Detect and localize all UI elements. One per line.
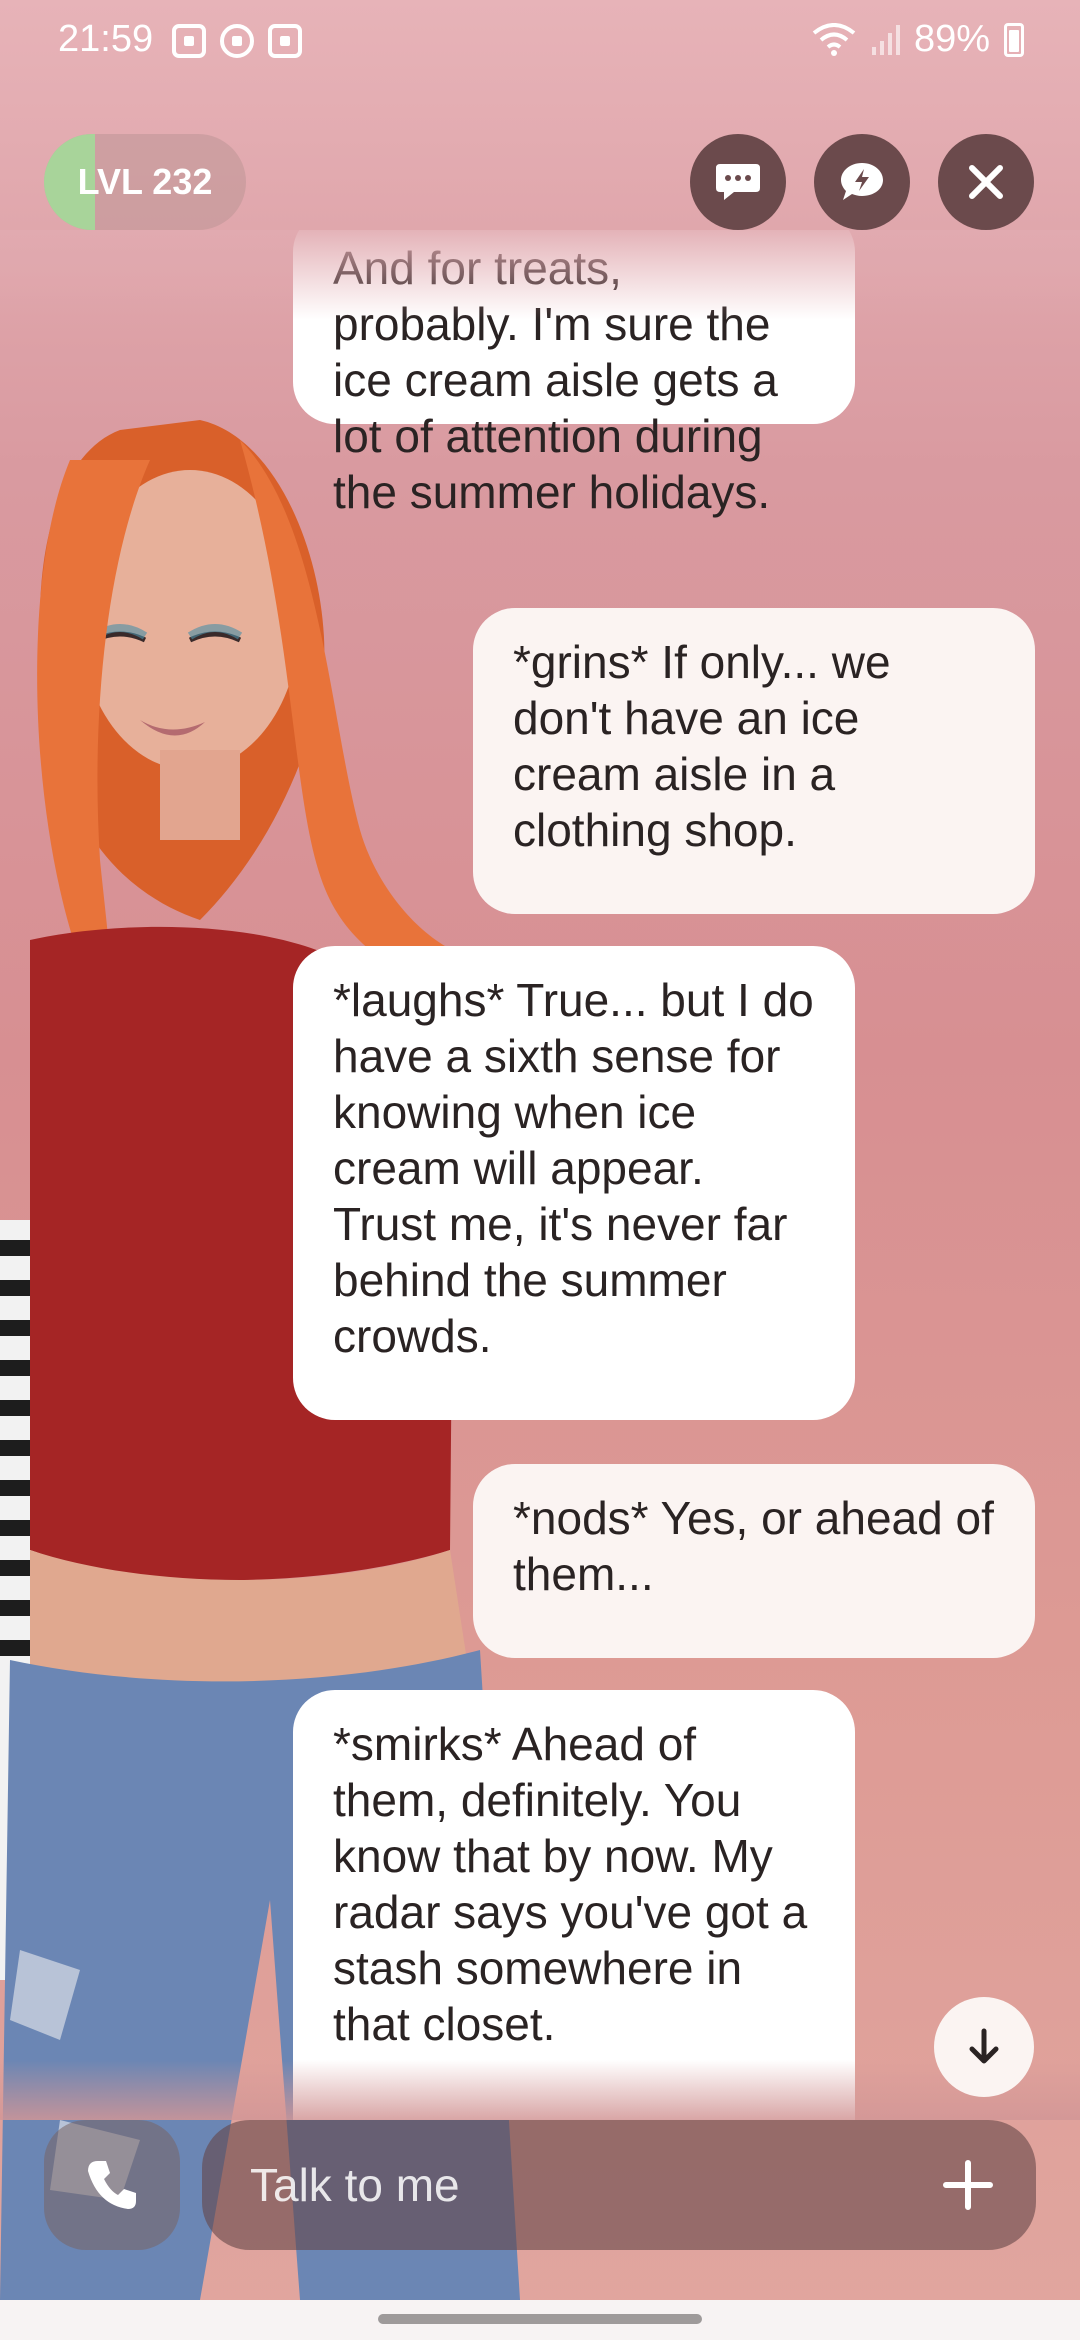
advice-icon: [841, 163, 883, 200]
chat-button[interactable]: [690, 134, 786, 230]
status-time: 21:59: [58, 18, 154, 60]
notification-icons: [172, 24, 302, 58]
scroll-to-bottom-button[interactable]: [934, 1997, 1034, 2097]
system-icons: 89%: [812, 18, 1024, 61]
message-text: *smirks* Ahead of them, definitely. You …: [333, 1718, 808, 2050]
message-input[interactable]: [250, 2120, 890, 2250]
message-bubble-ai: And for treats, probably. I'm sure the i…: [293, 230, 855, 518]
message-text: And for treats, probably. I'm sure the i…: [333, 242, 778, 518]
close-button[interactable]: [938, 134, 1034, 230]
message-bubble-ai: *laughs* True... but I do have a sixth s…: [293, 946, 855, 1420]
status-bar: 21:59 89%: [0, 0, 1080, 82]
gallery-icon: [172, 24, 206, 58]
plus-icon: [943, 2160, 993, 2210]
message-text: *laughs* True... but I do have a sixth s…: [333, 974, 814, 1362]
camera-app-icon: [268, 24, 302, 58]
call-button[interactable]: [44, 2120, 180, 2250]
signal-icon: [871, 24, 900, 55]
message-text: *grins* If only... we don't have an ice …: [513, 636, 891, 856]
message-bubble-ai: *smirks* Ahead of them, definitely. You …: [293, 1690, 855, 2120]
wifi-icon: [812, 22, 856, 56]
battery-percent: 89%: [913, 18, 990, 60]
chat-icon: [716, 164, 760, 200]
attach-button[interactable]: [936, 2153, 1000, 2217]
advice-button[interactable]: [814, 134, 910, 230]
facebook-icon: [220, 24, 254, 58]
phone-icon: [88, 2161, 136, 2209]
message-bubble-user: *nods* Yes, or ahead of them...: [473, 1464, 1035, 1658]
battery-icon: [1004, 22, 1024, 57]
close-icon: [969, 165, 1003, 199]
level-badge[interactable]: LVL 232: [44, 134, 246, 230]
navigation-bar: [0, 2300, 1080, 2340]
message-text: *nods* Yes, or ahead of them...: [513, 1492, 994, 1600]
message-bubble-user: *grins* If only... we don't have an ice …: [473, 608, 1035, 914]
message-input-box[interactable]: [202, 2120, 1036, 2250]
chat-messages[interactable]: And for treats, probably. I'm sure the i…: [0, 230, 1080, 2120]
arrow-down-icon: [969, 2028, 999, 2064]
home-handle[interactable]: [378, 2314, 702, 2324]
level-label: LVL 232: [77, 161, 213, 202]
